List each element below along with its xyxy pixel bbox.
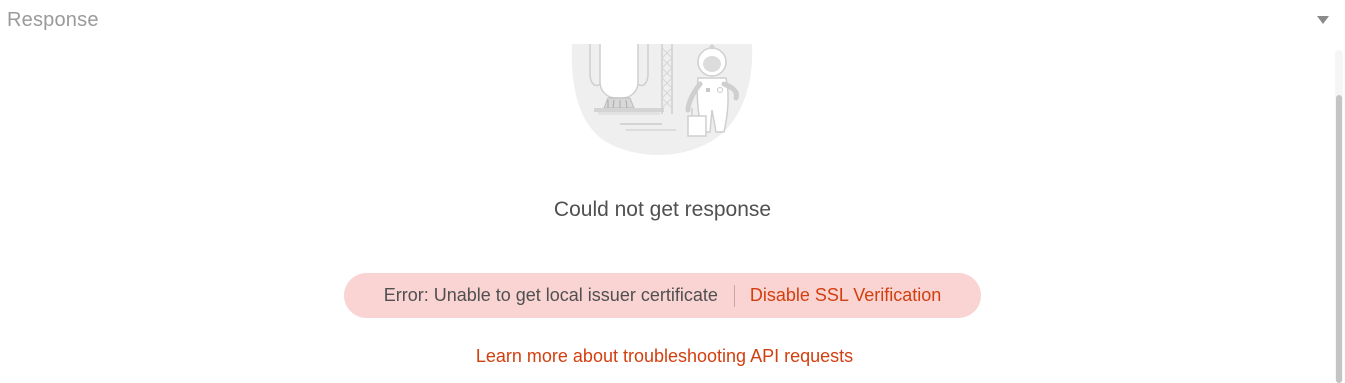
chevron-down-icon[interactable] xyxy=(1317,16,1329,24)
error-banner: Error: Unable to get local issuer certif… xyxy=(344,273,981,318)
scrollbar-thumb[interactable] xyxy=(1336,95,1342,383)
troubleshooting-help-link[interactable]: Learn more about troubleshooting API req… xyxy=(0,346,1329,367)
scrollbar[interactable] xyxy=(1335,50,1343,383)
panel-title: Response xyxy=(7,9,99,31)
error-message: Error: Unable to get local issuer certif… xyxy=(383,285,718,305)
response-panel-header[interactable]: Response xyxy=(0,0,1345,44)
astronaut-rocket-illustration xyxy=(571,44,753,156)
empty-state-message: Could not get response xyxy=(553,198,772,221)
response-panel: Response Could not get response Error: U… xyxy=(0,0,1345,383)
disable-ssl-verification-link[interactable]: Disable SSL Verification xyxy=(735,285,941,306)
